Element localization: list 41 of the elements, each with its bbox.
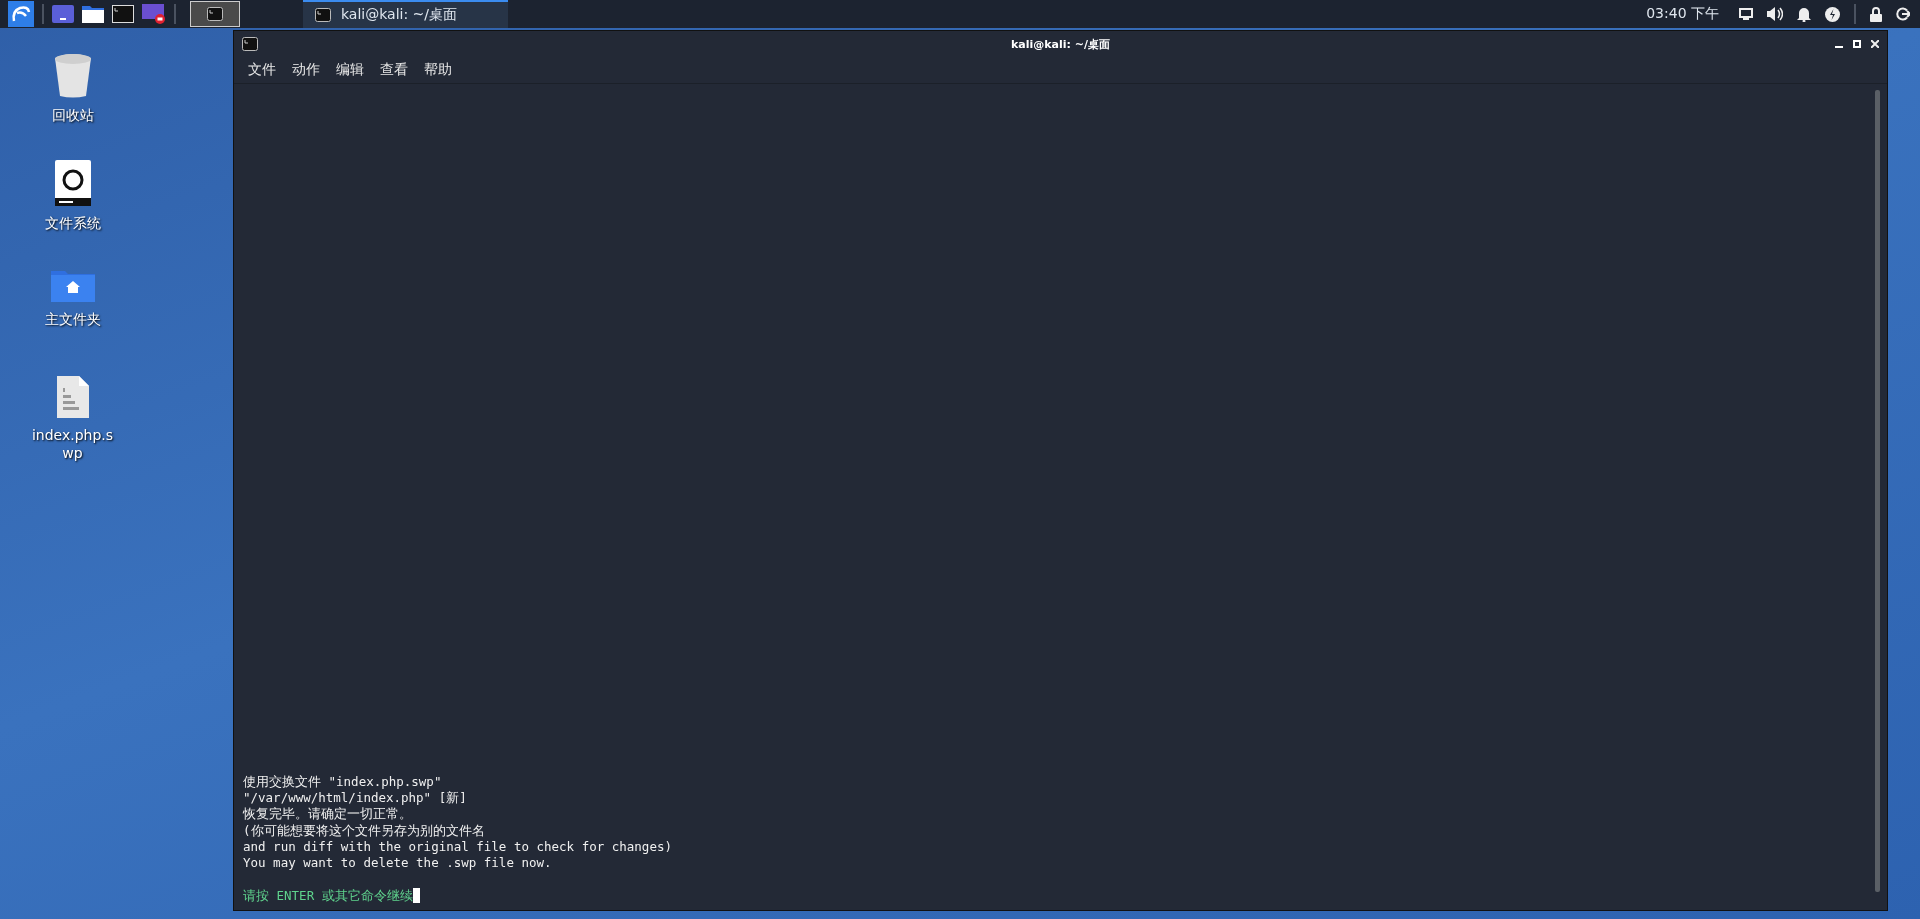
terminal-line: 使用交换文件 "index.php.swp" bbox=[243, 773, 443, 790]
display-icon[interactable] bbox=[1739, 8, 1753, 20]
taskbar-window-button[interactable]: kali@kali: ~/桌面 bbox=[303, 0, 508, 28]
lock-icon[interactable] bbox=[1870, 6, 1882, 22]
bell-icon[interactable] bbox=[1797, 6, 1811, 22]
menu-item[interactable]: 文件 bbox=[248, 61, 276, 79]
menu-item[interactable]: 查看 bbox=[380, 61, 408, 79]
clock[interactable]: 03:40 下午 bbox=[1646, 5, 1719, 23]
workspace-switcher[interactable] bbox=[190, 1, 240, 27]
logout-icon[interactable] bbox=[1896, 7, 1910, 21]
terminal-icon bbox=[315, 8, 331, 22]
terminal-line: (你可能想要将这个文件另存为别的文件名 bbox=[243, 822, 486, 839]
terminal-line: 恢复完毕。请确定一切正常。 bbox=[243, 806, 413, 823]
desktop-icon-label[interactable]: 回收站 bbox=[27, 106, 118, 124]
maximize-icon[interactable] bbox=[1853, 40, 1861, 48]
close-icon[interactable] bbox=[1871, 40, 1879, 48]
terminal-icon bbox=[207, 7, 223, 21]
folder-icon[interactable] bbox=[82, 5, 104, 23]
binary-file-icon bbox=[56, 376, 89, 418]
terminal-icon bbox=[242, 37, 258, 51]
terminal-prompt: 请按 ENTER 或其它命令继续 bbox=[243, 887, 413, 904]
terminal-line: "/var/www/html/index.php" [新] bbox=[243, 789, 468, 807]
menu-item[interactable]: 编辑 bbox=[336, 61, 364, 79]
power-bolt-icon[interactable] bbox=[1825, 6, 1840, 22]
terminal-line: You may want to delete the .swp file now. bbox=[243, 855, 553, 872]
terminal-icon[interactable] bbox=[112, 5, 134, 23]
volume-icon[interactable] bbox=[1767, 7, 1783, 21]
desktop-icon-label[interactable]: index.php.swp bbox=[27, 426, 118, 462]
desktop-icon[interactable] bbox=[52, 5, 74, 23]
desktop-icon-label[interactable]: 主文件夹 bbox=[27, 310, 118, 328]
window-title: kali@kali: ~/桌面 bbox=[1011, 36, 1110, 52]
menu-item[interactable]: 动作 bbox=[292, 61, 320, 79]
trash-bin-icon bbox=[53, 52, 92, 98]
dragon-logo-icon[interactable] bbox=[8, 1, 34, 27]
menu-item[interactable]: 帮助 bbox=[424, 61, 452, 79]
terminal-line: and run diff with the original file to check for changes) bbox=[243, 838, 673, 856]
drive-icon bbox=[54, 160, 91, 206]
home-folder-icon bbox=[50, 268, 95, 302]
desktop-icon-label[interactable]: 文件系统 bbox=[27, 214, 118, 232]
scrollbar-thumb[interactable] bbox=[1874, 90, 1880, 892]
screen-recorder-icon[interactable] bbox=[142, 4, 166, 24]
